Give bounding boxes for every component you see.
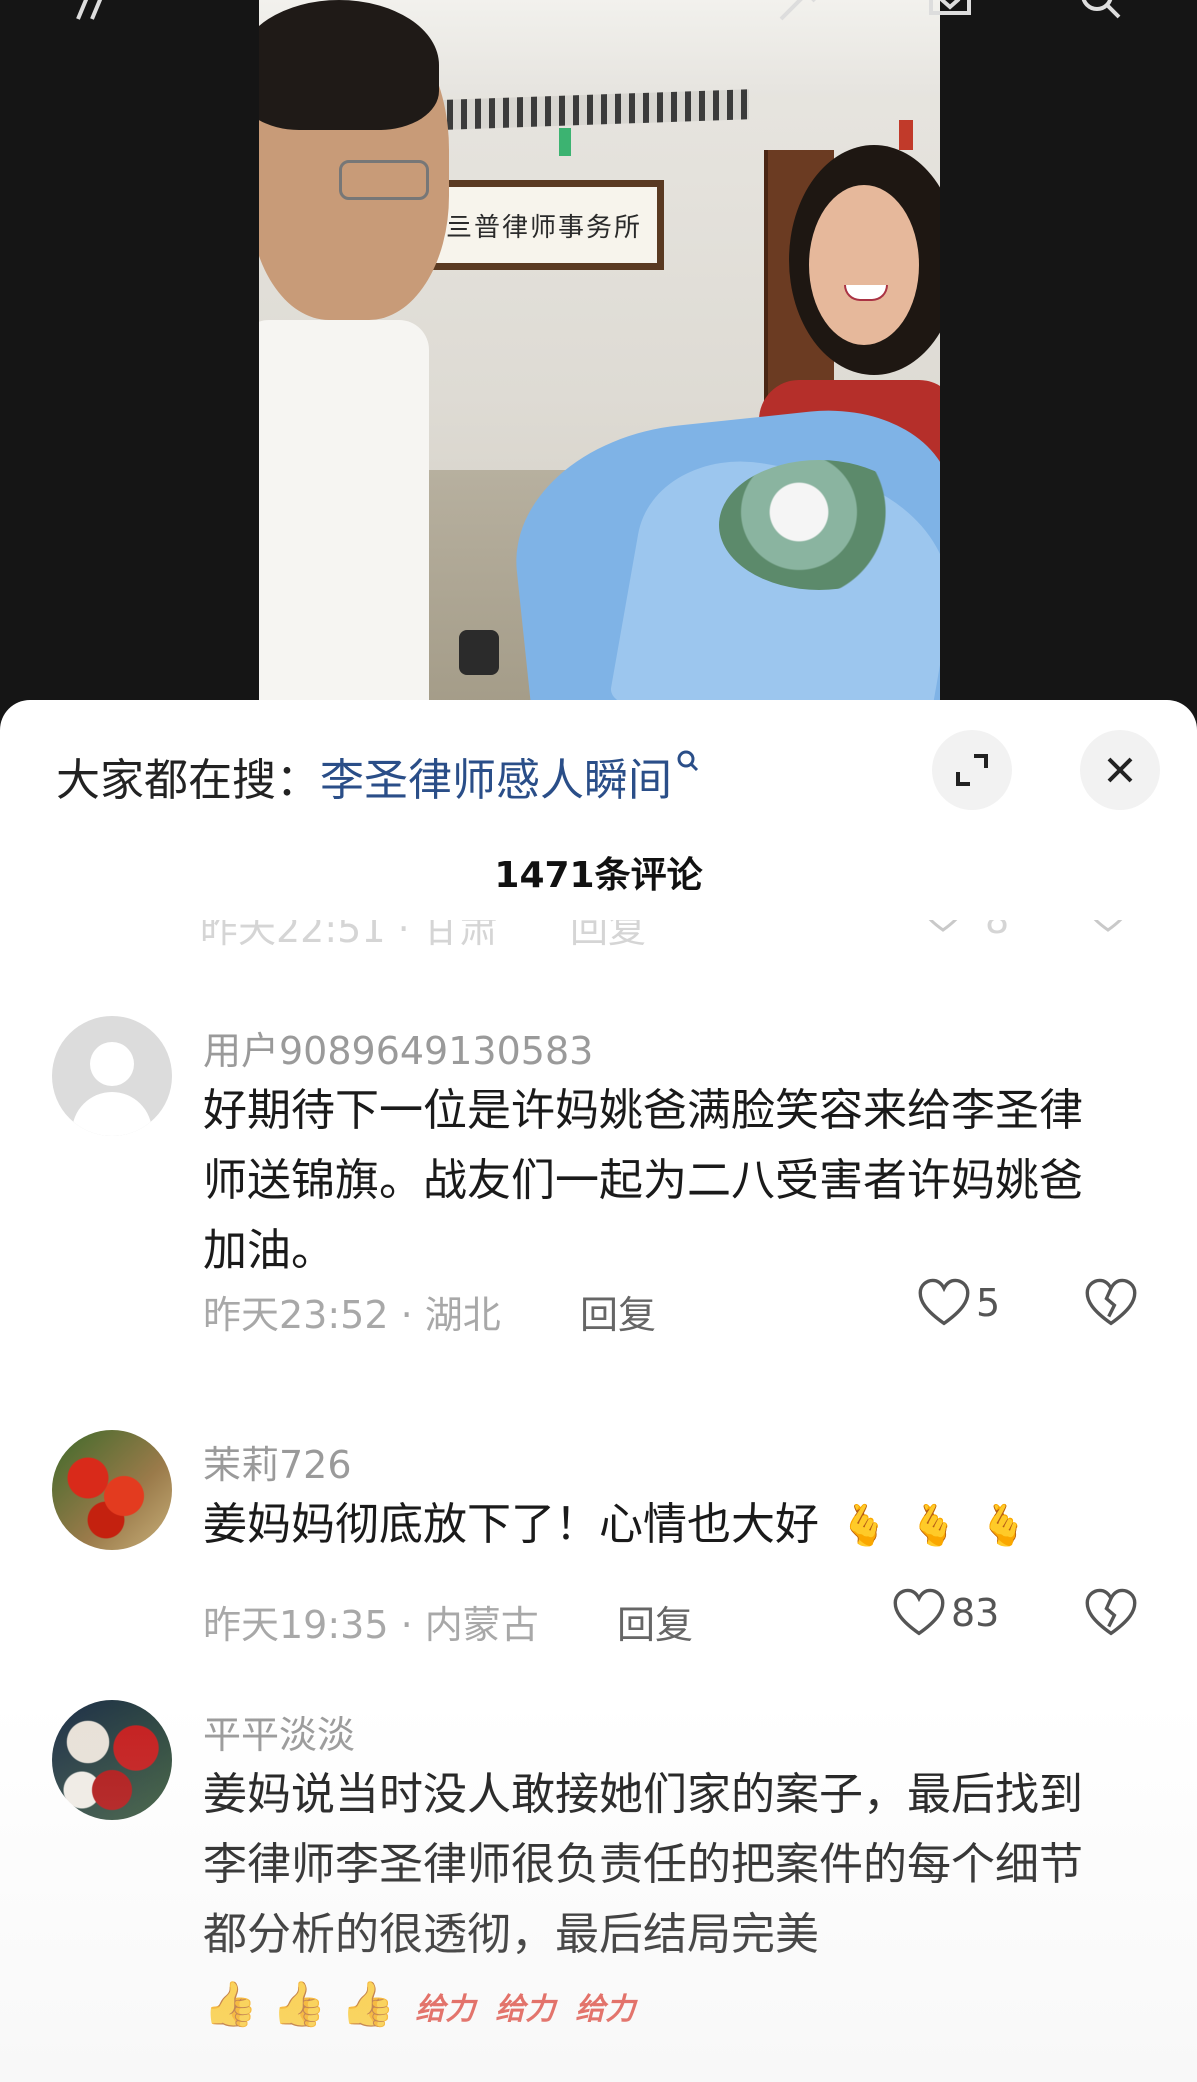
geili-sticker: 给力 bbox=[495, 1992, 556, 2027]
avatar-shoulders bbox=[72, 1092, 152, 1136]
close-icon bbox=[1107, 757, 1133, 783]
like-button[interactable]: 83 bbox=[893, 1588, 999, 1638]
office-plaque: 亖普律师事务所 bbox=[424, 180, 664, 270]
video-player[interactable]: 亖普律师事务所 bbox=[0, 0, 1197, 720]
ceiling-vent bbox=[419, 89, 749, 131]
comment-text: 好期待下一位是许妈姚爸满脸笑容来给李圣律师送锦旗。战友们一起为二八受害者许妈姚爸… bbox=[203, 1085, 1083, 1276]
exit-sign bbox=[559, 128, 571, 156]
dislike-button[interactable] bbox=[1085, 1278, 1137, 1332]
expand-icon bbox=[956, 754, 988, 786]
video-frame[interactable]: 亖普律师事务所 bbox=[259, 0, 940, 720]
heart-hands-emoji: 🫰 bbox=[839, 1503, 889, 1549]
comment-meta: 昨天23:52 · 湖北 bbox=[203, 1293, 501, 1337]
comment-text-line: 姜妈妈彻底放下了！心情也大好 🫰 🫰 🫰 bbox=[203, 1490, 1028, 1561]
heart-hands-emoji: 🫰 bbox=[908, 1503, 959, 1549]
like-button[interactable]: 5 bbox=[918, 1278, 1000, 1328]
man-shirt bbox=[259, 320, 429, 720]
magic-wand-icon[interactable] bbox=[775, 0, 825, 30]
sticker-row: 👍 👍 👍 给力 给力 给力 bbox=[203, 1970, 1103, 2045]
hot-search-link[interactable]: 李圣律师感人瞬间 bbox=[320, 744, 672, 808]
hot-search-row: 大家都在搜： 李圣律师感人瞬间 bbox=[56, 748, 700, 806]
back-slash-icon[interactable] bbox=[70, 0, 120, 30]
broken-heart-icon bbox=[1085, 1588, 1137, 1636]
close-button[interactable] bbox=[1080, 730, 1160, 810]
like-count: 5 bbox=[976, 1281, 1001, 1325]
download-icon[interactable] bbox=[925, 0, 975, 30]
heart-icon[interactable] bbox=[920, 920, 966, 938]
dislike-icon[interactable] bbox=[1085, 920, 1131, 938]
partial-reply[interactable]: 回复 bbox=[570, 920, 646, 953]
comment-username[interactable]: 茉莉726 bbox=[203, 1434, 352, 1489]
geili-sticker: 给力 bbox=[415, 1992, 476, 2027]
hot-search-prefix: 大家都在搜： bbox=[56, 755, 320, 806]
reply-button[interactable]: 回复 bbox=[580, 1284, 656, 1339]
comments-sheet: 大家都在搜： 李圣律师感人瞬间 1471条评论 昨天22:51 · 甘肃 回复 … bbox=[0, 700, 1197, 2082]
partial-meta: 昨天22:51 · 甘肃 bbox=[200, 920, 498, 951]
heart-icon bbox=[893, 1588, 945, 1636]
avatar-head bbox=[90, 1042, 134, 1086]
partial-comment-row: 昨天22:51 · 甘肃 回复 8 bbox=[0, 920, 1197, 954]
comment-item: 用户9089649130583 好期待下一位是许妈姚爸满脸笑容来给李圣律师送锦旗… bbox=[0, 1016, 1197, 1396]
wristwatch bbox=[459, 630, 499, 675]
thumbs-up-emoji: 👍 bbox=[271, 1979, 327, 2030]
comment-item: 平平淡淡 姜妈说当时没人敢接她们家的案子，最后找到李律师李圣律师很负责任的把案件… bbox=[0, 1700, 1197, 2080]
comment-count: 1471条评论 bbox=[494, 855, 703, 896]
avatar[interactable] bbox=[52, 1430, 172, 1550]
comment-text: 姜妈妈彻底放下了！心情也大好 bbox=[203, 1499, 819, 1550]
like-count: 83 bbox=[951, 1591, 1000, 1635]
woman-face bbox=[809, 185, 919, 345]
red-mark bbox=[899, 120, 913, 150]
comment-meta: 昨天19:35 · 内蒙古 bbox=[203, 1603, 539, 1647]
heart-icon bbox=[918, 1278, 970, 1326]
top-icon-bar bbox=[0, 0, 1197, 40]
comment-item: 茉莉726 姜妈妈彻底放下了！心情也大好 🫰 🫰 🫰 昨天19:35 · 内蒙古… bbox=[0, 1430, 1197, 1680]
bouquet-flowers bbox=[719, 460, 919, 590]
dislike-button[interactable] bbox=[1085, 1588, 1137, 1642]
thumbs-up-emoji: 👍 bbox=[203, 1979, 258, 2030]
comment-text: 姜妈说当时没人敢接她们家的案子，最后找到李律师李圣律师很负责任的把案件的每个细节… bbox=[203, 1769, 1083, 1960]
reply-button[interactable]: 回复 bbox=[617, 1594, 693, 1649]
man-glasses bbox=[339, 160, 429, 200]
expand-button[interactable] bbox=[932, 730, 1012, 810]
heart-hands-emoji: 🫰 bbox=[978, 1503, 1029, 1549]
search-small-icon[interactable] bbox=[676, 749, 700, 780]
avatar[interactable] bbox=[52, 1700, 172, 1820]
thumbs-up-emoji: 👍 bbox=[340, 1979, 396, 2030]
search-icon[interactable] bbox=[1075, 0, 1125, 30]
broken-heart-icon bbox=[1085, 1278, 1137, 1326]
geili-sticker: 给力 bbox=[575, 1992, 636, 2027]
partial-likes: 8 bbox=[985, 920, 1010, 942]
comment-username[interactable]: 平平淡淡 bbox=[203, 1704, 355, 1759]
comment-username[interactable]: 用户9089649130583 bbox=[203, 1020, 593, 1075]
avatar[interactable] bbox=[52, 1016, 172, 1136]
